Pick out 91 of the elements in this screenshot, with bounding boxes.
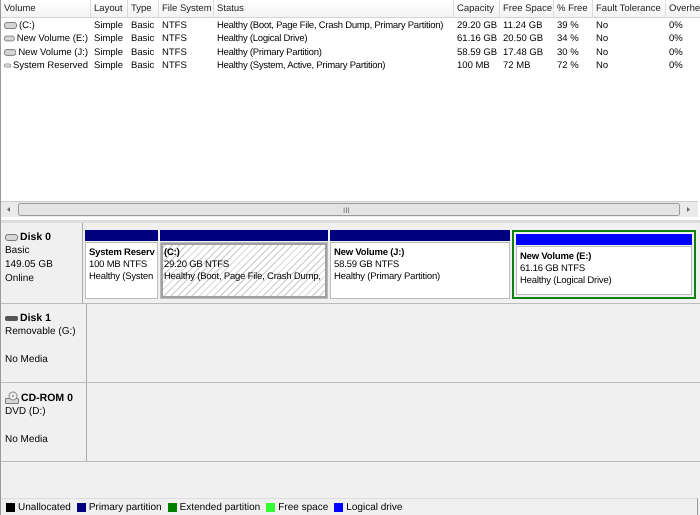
drive-icon (4, 62, 12, 70)
drive-icon (4, 48, 16, 56)
drive-icon (4, 22, 17, 29)
disk-info: DVD (D:) (5, 406, 47, 418)
table-cell: New Volume (J:) (18, 46, 88, 58)
disk-name: CD-ROM 0 (21, 392, 73, 404)
extended-partition[interactable]: New Volume (E:) 61.16 GB NTFS Healthy (Logical Drive) (512, 230, 696, 299)
partition[interactable]: (C:) 29.20 GB NTFS Healthy (Boot, Page File, Crash Dump, (160, 230, 328, 299)
table-cell: 34 % (557, 33, 579, 44)
table-cell: Simple (94, 20, 124, 31)
partition-block[interactable]: System Reserv 100 MB NTFS Healthy (Systen (85, 242, 158, 299)
table-cell: 100 MB (457, 60, 490, 72)
legend-label: Primary partition (88, 502, 162, 512)
table-cell: 11.24 GB (503, 20, 542, 31)
table-cell: 0% (669, 60, 683, 72)
table-cell: Healthy (Primary Partition) (217, 46, 322, 58)
column-header[interactable]: Type (128, 0, 159, 17)
column-header[interactable]: % Free (554, 0, 593, 17)
disk-info: Basic (5, 245, 30, 257)
disk-info: Removable (G:) (5, 326, 77, 338)
table-cell: No (596, 46, 608, 58)
partition-name: New Volume (J:) (334, 247, 406, 258)
disk-status: No Media (5, 434, 49, 446)
table-cell: 72 % (557, 60, 579, 72)
table-cell: 30 % (557, 46, 579, 58)
table-cell: Basic (131, 20, 154, 31)
column-header[interactable]: Free Space (500, 0, 554, 17)
partition[interactable]: New Volume (J:) 58.59 GB NTFS Healthy (Primary Partition) (330, 230, 510, 299)
partition-size: 58.59 GB NTFS (334, 259, 400, 270)
table-cell: No (596, 20, 608, 31)
partition-size: 100 MB NTFS (89, 259, 148, 270)
partition-size: 61.16 GB NTFS (520, 263, 586, 274)
column-header[interactable]: Fault Tolerance (593, 0, 666, 17)
column-header[interactable]: Status (214, 0, 454, 17)
partition-status: Healthy (Logical Drive) (520, 275, 612, 286)
table-cell: Simple (94, 33, 124, 44)
column-header[interactable]: File System (159, 0, 214, 17)
disk-name: Disk 1 (20, 312, 51, 324)
table-cell: (C:) (19, 20, 35, 31)
partition-name: New Volume (E:) (520, 251, 592, 262)
partition-name: System Reserv (89, 247, 154, 258)
table-cell: 29.20 GB (457, 20, 498, 31)
table-cell: Simple (94, 46, 124, 58)
table-cell: NTFS (162, 20, 187, 31)
legend-label: Logical drive (346, 502, 402, 512)
partition-status: Healthy (Boot, Page File, Crash Dump, (164, 271, 322, 282)
table-cell: NTFS (162, 33, 187, 44)
legend-label: Unallocated (18, 502, 71, 512)
table-cell: NTFS (162, 60, 187, 72)
optical-drive-icon (5, 391, 19, 404)
partition-status: Healthy (Primary Partition) (334, 271, 441, 282)
column-header[interactable]: Overhe (666, 0, 700, 17)
partition-block[interactable]: New Volume (J:) 58.59 GB NTFS Healthy (Primary Partition) (330, 242, 510, 299)
partition-name: (C:) (164, 247, 181, 258)
partition-status: Healthy (Systen (89, 271, 154, 282)
table-cell: NTFS (162, 46, 187, 58)
table-cell: No (596, 33, 608, 44)
table-cell: 0% (669, 33, 683, 44)
disk-status: No Media (5, 354, 49, 366)
legend-label: Extended partition (180, 502, 260, 512)
column-header[interactable]: Layout (91, 0, 128, 17)
table-cell: Healthy (Logical Drive) (217, 33, 308, 44)
disk-status: Online (5, 273, 35, 285)
table-cell: System Reserved (13, 60, 88, 72)
disk-name: Disk 0 (20, 231, 51, 243)
table-cell: Healthy (Boot, Page File, Crash Dump, Primary Partition) (217, 20, 444, 31)
column-header[interactable]: Capacity (454, 0, 500, 17)
table-cell: New Volume (E:) (16, 33, 88, 44)
removable-drive-icon (5, 316, 18, 320)
table-cell: 72 MB (503, 60, 530, 72)
disk-info: 149.05 GB (5, 259, 54, 271)
table-cell: Simple (94, 60, 124, 72)
table-cell: 39 % (557, 20, 579, 31)
table-cell: Basic (131, 33, 154, 44)
table-cell: 0% (669, 46, 683, 58)
partition[interactable]: System Reserv 100 MB NTFS Healthy (Systen (85, 230, 158, 299)
partition-size: 29.20 GB NTFS (164, 259, 230, 270)
column-header[interactable]: Volume (1, 0, 91, 17)
table-cell: Basic (131, 46, 154, 58)
partition-block[interactable]: (C:) 29.20 GB NTFS Healthy (Boot, Page File, Crash Dump, (160, 242, 328, 299)
table-cell: No (596, 60, 608, 72)
table-cell: Healthy (System, Active, Primary Partition) (217, 60, 386, 72)
partition-block[interactable]: New Volume (E:) 61.16 GB NTFS Healthy (Logical Drive) (516, 246, 692, 295)
drive-icon (4, 35, 15, 42)
table-cell: 20.50 GB (503, 33, 544, 44)
table-cell: 0% (669, 20, 683, 31)
table-cell: 61.16 GB (457, 33, 498, 44)
legend-label: Free space (278, 502, 328, 512)
table-cell: 58.59 GB (457, 46, 498, 58)
table-cell: 17.48 GB (503, 46, 544, 58)
table-cell: Basic (131, 60, 154, 72)
